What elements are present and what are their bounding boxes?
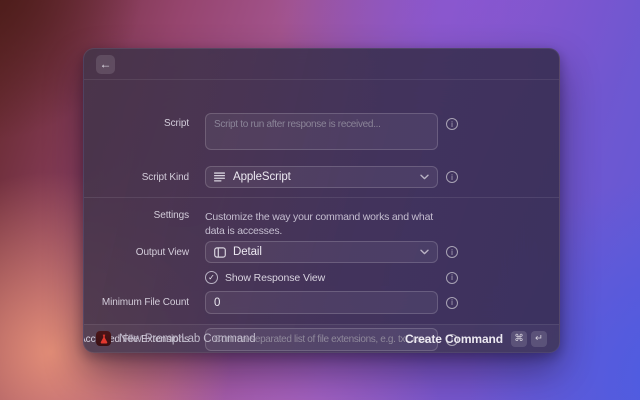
output-view-value: Detail [233, 246, 413, 258]
settings-row: Settings Customize the way your command … [84, 210, 559, 238]
window-footer: New PromptLab Command Create Command ⌘ ↵ [84, 324, 559, 352]
back-button[interactable]: ← [96, 55, 115, 74]
footer-actions: Create Command ⌘ ↵ [405, 331, 547, 347]
form-content: Script i Script Kind AppleScript [84, 80, 559, 324]
checkbox-checked-icon: ✓ [205, 271, 218, 284]
script-kind-row: Script Kind AppleScript i [84, 166, 559, 188]
show-response-view-checkbox[interactable]: ✓ Show Response View [205, 271, 438, 284]
script-label: Script [164, 118, 189, 129]
script-textarea[interactable] [205, 113, 438, 150]
info-icon[interactable]: i [446, 171, 458, 183]
section-divider [84, 197, 559, 198]
info-icon[interactable]: i [446, 272, 458, 284]
window-header: ← [84, 49, 559, 80]
output-view-row: Output View Detail i [84, 241, 559, 263]
chevron-down-icon [420, 174, 429, 180]
detail-view-icon [214, 247, 226, 258]
create-command-button[interactable]: Create Command [405, 332, 503, 346]
command-key-icon: ⌘ [511, 331, 527, 347]
info-icon[interactable]: i [446, 246, 458, 258]
show-response-view-label: Show Response View [225, 272, 325, 284]
script-kind-dropdown[interactable]: AppleScript [205, 166, 438, 188]
back-arrow-icon: ← [100, 55, 112, 74]
info-icon[interactable]: i [446, 297, 458, 309]
settings-description: Customize the way your command works and… [205, 210, 455, 238]
script-kind-value: AppleScript [233, 171, 413, 183]
output-view-dropdown[interactable]: Detail [205, 241, 438, 263]
info-icon[interactable]: i [446, 118, 458, 130]
output-view-label: Output View [136, 247, 189, 258]
minimum-file-count-input[interactable] [205, 291, 438, 314]
settings-label: Settings [154, 210, 189, 221]
command-title: New PromptLab Command [119, 333, 256, 345]
show-response-view-row: ✓ Show Response View i [84, 271, 559, 284]
script-kind-label: Script Kind [142, 172, 189, 183]
promptlab-command-window: ← Script i Script Kind AppleScript [83, 48, 560, 353]
minimum-file-count-row: Minimum File Count i [84, 291, 559, 314]
chevron-down-icon [420, 249, 429, 255]
promptlab-flask-icon [96, 331, 111, 346]
script-row: Script i [84, 113, 559, 150]
text-alignment-icon [214, 172, 226, 182]
return-key-icon: ↵ [531, 331, 547, 347]
minimum-file-count-label: Minimum File Count [102, 297, 189, 308]
shortcut-keys: ⌘ ↵ [511, 331, 547, 347]
